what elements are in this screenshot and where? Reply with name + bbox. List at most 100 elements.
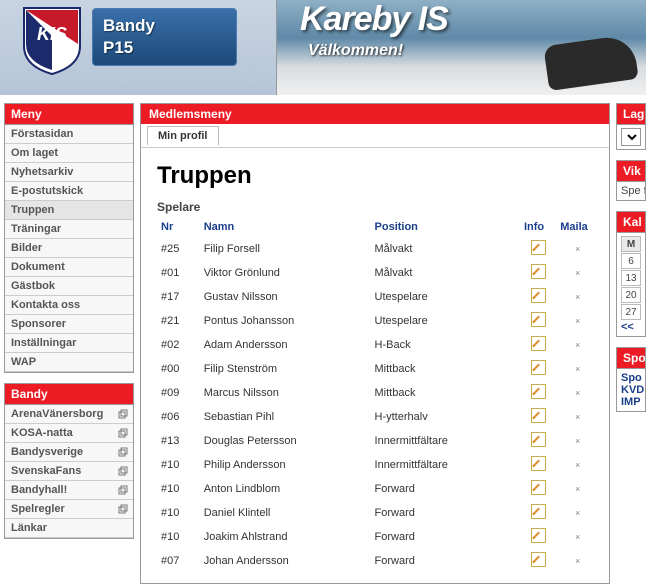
cell-nr: #25: [157, 237, 200, 262]
edit-icon[interactable]: [531, 408, 546, 423]
link-item-bandyhall-[interactable]: Bandyhall!: [5, 481, 133, 500]
edit-icon[interactable]: [531, 240, 546, 255]
link-item-spelregler[interactable]: Spelregler: [5, 500, 133, 519]
external-link-icon: [118, 504, 128, 514]
nav-menu-list: FörstasidanOm lagetNyhetsarkivE-postutsk…: [5, 125, 133, 372]
cell-mail: ×: [556, 237, 599, 262]
link-item-arenav-nersborg[interactable]: ArenaVänersborg: [5, 405, 133, 424]
cal-cell[interactable]: 20: [621, 287, 641, 303]
table-row: #17Gustav NilssonUtespelare×: [157, 285, 599, 309]
cell-info: [520, 477, 556, 501]
cell-nr: #10: [157, 477, 200, 501]
spo-panel: Spo SpoKVDIMP: [616, 347, 646, 412]
main-panel: Medlemsmeny Min profil Truppen Spelare N…: [140, 103, 610, 584]
col-header-position[interactable]: Position: [371, 218, 520, 237]
cell-name: Gustav Nilsson: [200, 285, 371, 309]
vik-panel: Vik Spe fred ispa 4/9!: [616, 160, 646, 201]
tab-min-profil[interactable]: Min profil: [147, 126, 219, 145]
table-row: #10Anton LindblomForward×: [157, 477, 599, 501]
cell-name: Filip Forsell: [200, 237, 371, 262]
cell-position: H-Back: [371, 333, 520, 357]
kal-panel: Kal M 6132027 <<: [616, 211, 646, 337]
cell-info: [520, 333, 556, 357]
cell-info: [520, 525, 556, 549]
edit-icon[interactable]: [531, 312, 546, 327]
link-item-svenskafans[interactable]: SvenskaFans: [5, 462, 133, 481]
nav-item-kontakta-oss[interactable]: Kontakta oss: [5, 296, 133, 315]
cal-cell[interactable]: 6: [621, 253, 641, 269]
nav-item-inst-llningar[interactable]: Inställningar: [5, 334, 133, 353]
cell-info: [520, 309, 556, 333]
edit-icon[interactable]: [531, 384, 546, 399]
edit-icon[interactable]: [531, 528, 546, 543]
cal-cell[interactable]: 27: [621, 304, 641, 320]
nav-item-f-rstasidan[interactable]: Förstasidan: [5, 125, 133, 144]
lag-select[interactable]: P-1: [621, 128, 641, 146]
spo-body: SpoKVDIMP: [617, 369, 645, 411]
cal-head: M: [621, 236, 641, 252]
cell-name: Johan Andersson: [200, 549, 371, 573]
table-row: #07Johan AnderssonForward ×: [157, 549, 599, 573]
site-welcome: Välkommen!: [308, 42, 403, 60]
link-item-kosa-natta[interactable]: KOSA-natta: [5, 424, 133, 443]
cell-nr: #07: [157, 549, 200, 573]
edit-icon[interactable]: [531, 456, 546, 471]
edit-icon[interactable]: [531, 480, 546, 495]
spo-item[interactable]: IMP: [621, 396, 641, 408]
table-row: #10Daniel KlintellForward×: [157, 501, 599, 525]
col-header-maila: Maila: [556, 218, 599, 237]
kal-body: M 6132027 <<: [617, 233, 645, 336]
nav-item-bilder[interactable]: Bilder: [5, 239, 133, 258]
nav-item-g-stbok[interactable]: Gästbok: [5, 277, 133, 296]
nav-menu-panel: Meny FörstasidanOm lagetNyhetsarkivE-pos…: [4, 103, 134, 373]
cell-name: Viktor Grönlund: [200, 261, 371, 285]
nav-item-sponsorer[interactable]: Sponsorer: [5, 315, 133, 334]
table-row: #10Joakim AhlstrandForward×: [157, 525, 599, 549]
edit-icon[interactable]: [531, 336, 546, 351]
nav-item-dokument[interactable]: Dokument: [5, 258, 133, 277]
edit-icon[interactable]: [531, 264, 546, 279]
nav-item-nyhetsarkiv[interactable]: Nyhetsarkiv: [5, 163, 133, 182]
edit-icon[interactable]: [531, 288, 546, 303]
cell-name: Adam Andersson: [200, 333, 371, 357]
table-row: #06Sebastian PihlH-ytterhalv×: [157, 405, 599, 429]
cell-nr: #10: [157, 453, 200, 477]
cal-cell[interactable]: 13: [621, 270, 641, 286]
nav-item-tr-ningar[interactable]: Träningar: [5, 220, 133, 239]
cell-mail: ×: [556, 309, 599, 333]
edit-icon[interactable]: [531, 552, 546, 567]
nav-item-om-laget[interactable]: Om laget: [5, 144, 133, 163]
cell-nr: #17: [157, 285, 200, 309]
link-item-bandysverige[interactable]: Bandysverige: [5, 443, 133, 462]
vik-title: Vik: [617, 161, 645, 182]
club-logo: KIS: [22, 6, 82, 76]
cell-info: [520, 429, 556, 453]
col-header-info: Info: [520, 218, 556, 237]
cal-prev[interactable]: <<: [621, 321, 641, 333]
team-panel[interactable]: Bandy P15: [92, 8, 237, 66]
spo-title: Spo: [617, 348, 645, 369]
nav-item-wap[interactable]: WAP: [5, 353, 133, 372]
spo-item[interactable]: KVD: [621, 384, 641, 396]
cell-position: Utespelare: [371, 285, 520, 309]
cell-position: Målvakt: [371, 261, 520, 285]
edit-icon[interactable]: [531, 360, 546, 375]
edit-icon[interactable]: [531, 432, 546, 447]
cell-name: Philip Andersson: [200, 453, 371, 477]
cell-position: Innermittfältare: [371, 429, 520, 453]
spo-item[interactable]: Spo: [621, 372, 641, 384]
cell-info: [520, 381, 556, 405]
cell-position: Forward: [371, 549, 520, 573]
cell-mail: ×: [556, 501, 599, 525]
table-row: #21Pontus JohanssonUtespelare×: [157, 309, 599, 333]
edit-icon[interactable]: [531, 504, 546, 519]
cell-position: Mittback: [371, 381, 520, 405]
cell-mail: ×: [556, 477, 599, 501]
col-header-name[interactable]: Namn: [200, 218, 371, 237]
cell-mail: ×: [556, 549, 599, 573]
page-subheading: Spelare: [157, 200, 599, 214]
nav-item-e-postutskick[interactable]: E-postutskick: [5, 182, 133, 201]
links-title: Bandy: [5, 384, 133, 405]
nav-item-truppen[interactable]: Truppen: [5, 201, 133, 220]
col-header-nr[interactable]: Nr: [157, 218, 200, 237]
